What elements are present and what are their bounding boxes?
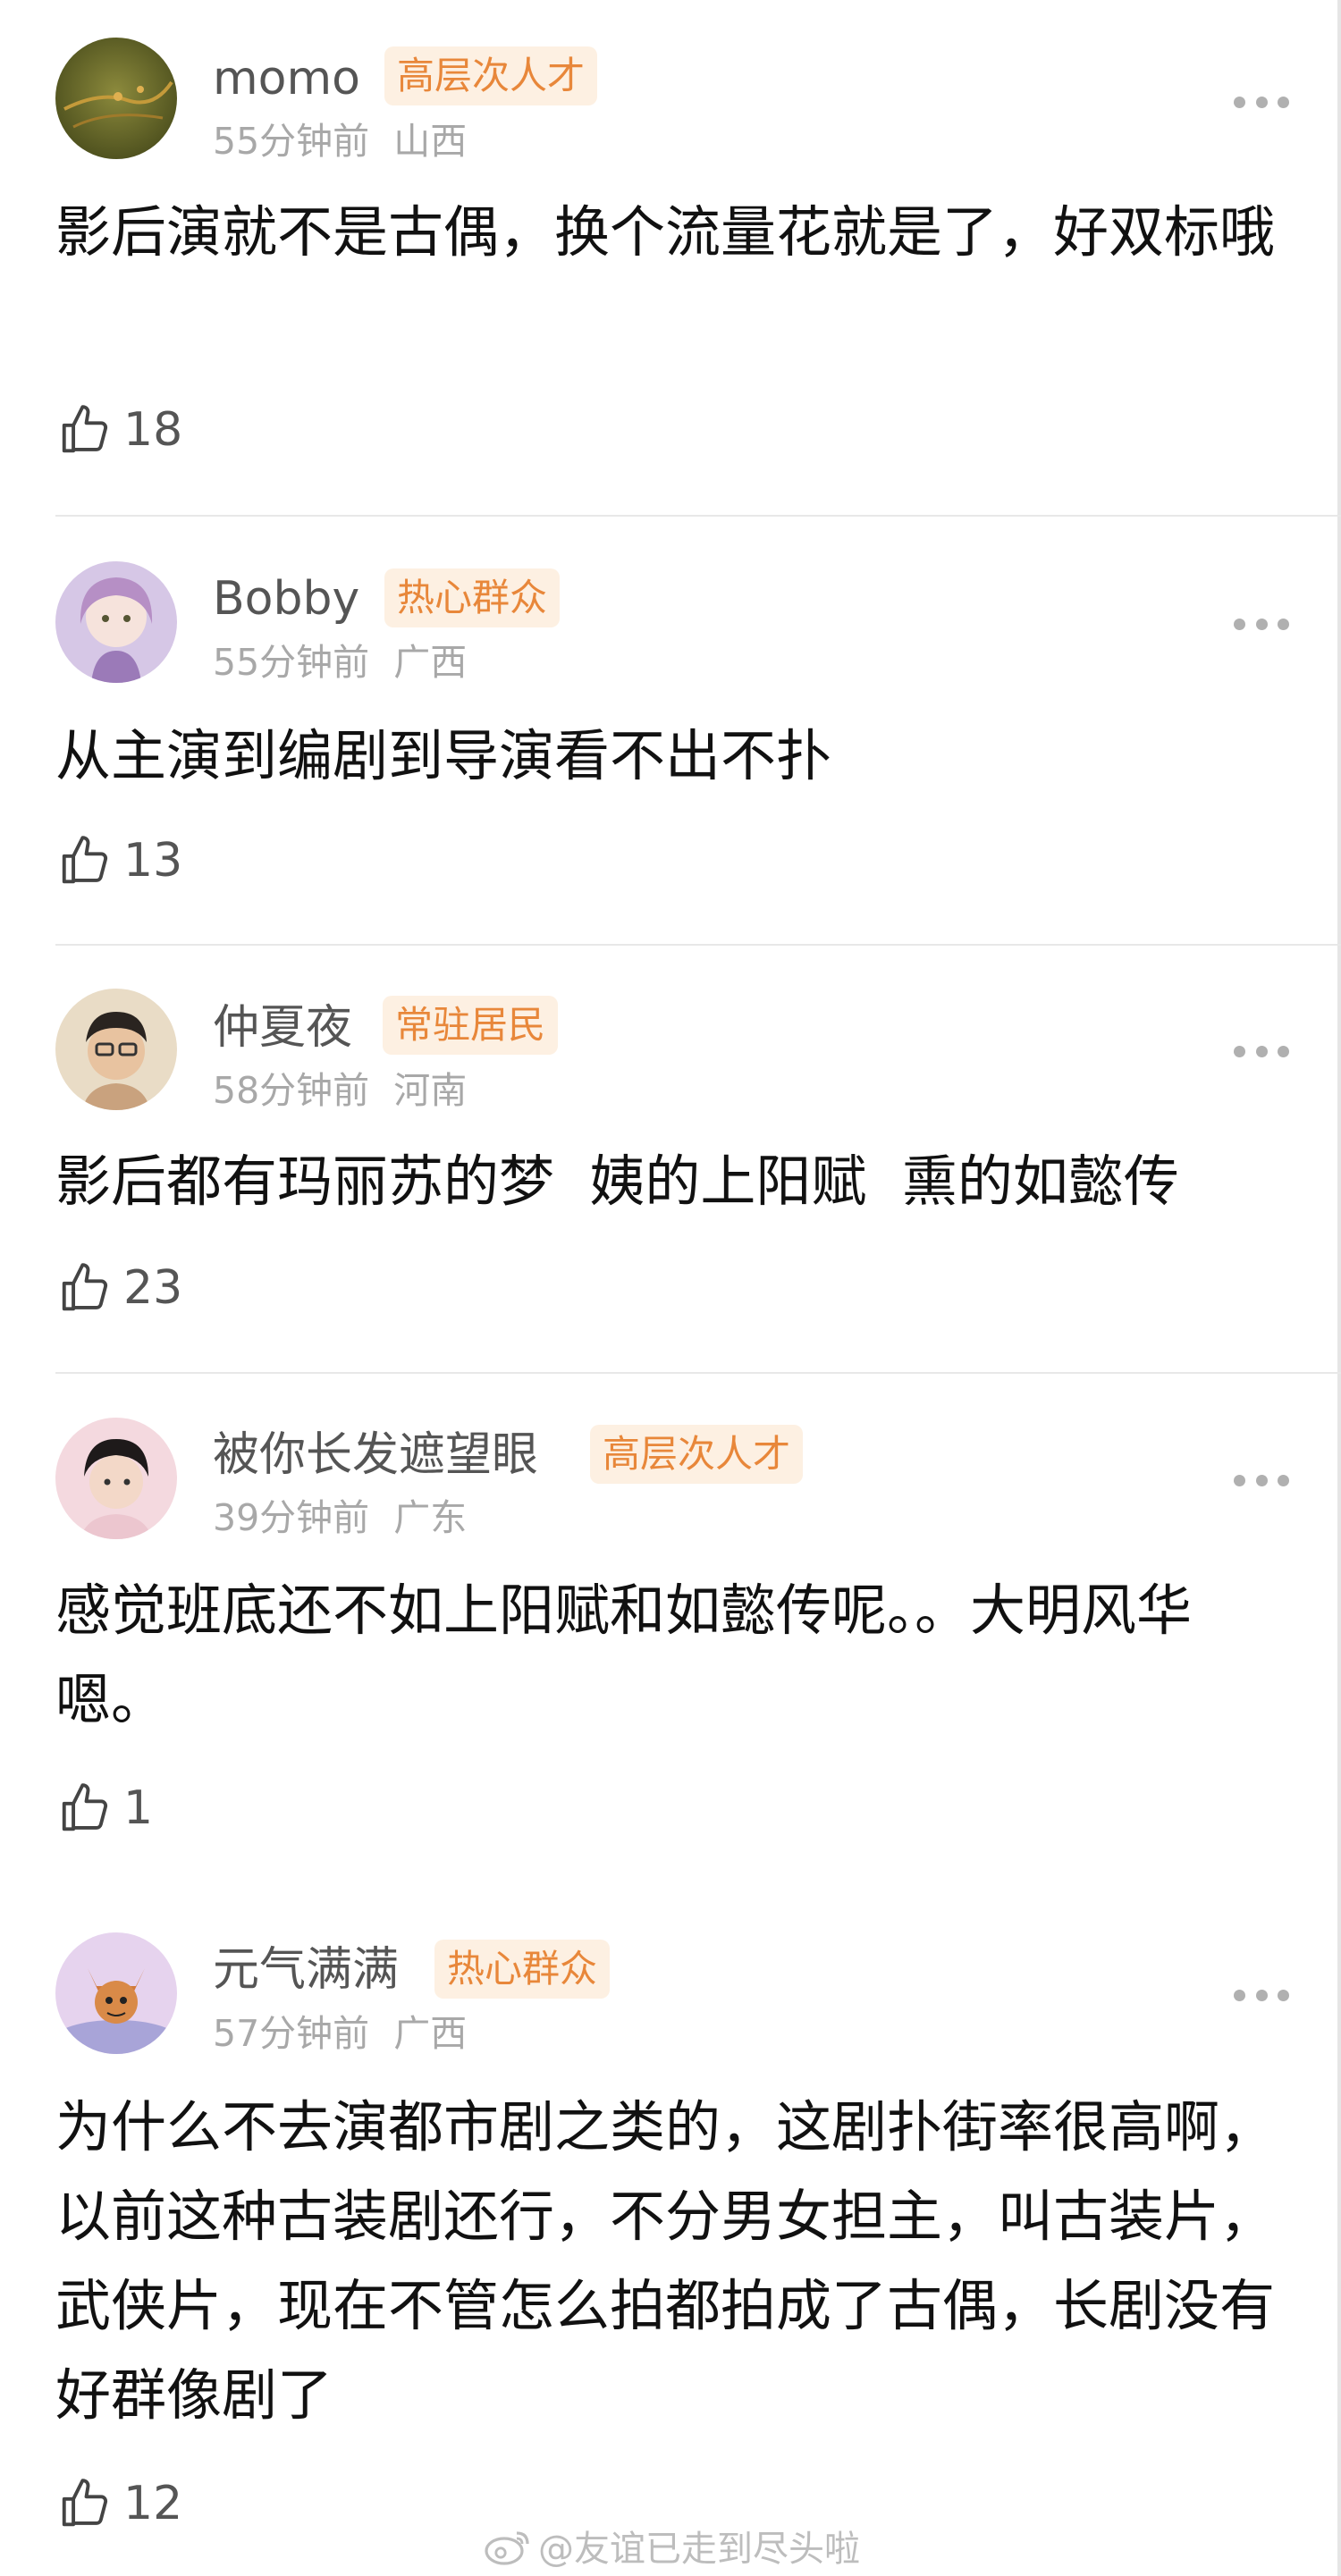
avatar[interactable] xyxy=(55,989,177,1110)
like-count: 1 xyxy=(123,1781,154,1835)
comment-location: 广西 xyxy=(393,641,468,684)
weibo-logo-icon xyxy=(485,2531,529,2565)
like-button[interactable]: 1 xyxy=(57,1777,153,1839)
like-button[interactable]: 12 xyxy=(57,2472,182,2535)
username[interactable]: Bobby xyxy=(213,572,359,626)
user-badge: 高层次人才 xyxy=(590,1425,804,1484)
comment-time: 57分钟前 xyxy=(213,2012,370,2055)
username[interactable]: 元气满满 xyxy=(213,1943,399,1997)
comment-text: 从主演到编剧到导演看不出不扑 xyxy=(55,723,832,788)
like-count: 23 xyxy=(123,1261,183,1315)
thumbs-up-icon xyxy=(62,1783,108,1831)
like-button[interactable]: 18 xyxy=(57,399,182,461)
avatar[interactable] xyxy=(55,561,177,683)
avatar[interactable] xyxy=(55,1418,177,1539)
comment-meta: 57分钟前 广西 xyxy=(213,2011,467,2056)
comment-time: 55分钟前 xyxy=(213,641,370,684)
comment-meta: 39分钟前 广东 xyxy=(213,1495,467,1540)
like-count: 13 xyxy=(123,834,183,888)
username[interactable]: 被你长发遮望眼 xyxy=(213,1428,538,1482)
like-button[interactable]: 23 xyxy=(57,1257,182,1319)
comment-text: 为什么不去演都市剧之类的，这剧扑街率很高啊，以前这种古装剧还行，不分男女担主，叫… xyxy=(55,2094,1276,2428)
avatar[interactable] xyxy=(55,38,177,159)
username[interactable]: 仲夏夜 xyxy=(213,1001,352,1055)
thumbs-up-icon xyxy=(62,836,108,884)
like-button[interactable]: 13 xyxy=(57,829,182,892)
more-options-icon[interactable] xyxy=(1234,95,1289,109)
like-count: 12 xyxy=(123,2477,183,2530)
comment-text: 感觉班底还不如上阳赋和如懿传呢。。大明风华嗯。 xyxy=(55,1578,1193,1732)
comment-text: 影后都有玛丽苏的梦 姨的上阳赋 熏的如懿传 xyxy=(55,1149,1179,1214)
comment-location: 广东 xyxy=(393,1496,468,1539)
thumbs-up-icon xyxy=(62,405,108,453)
user-badge: 常驻居民 xyxy=(383,996,559,1055)
more-options-icon[interactable] xyxy=(1234,1044,1289,1058)
comment-time: 39分钟前 xyxy=(213,1496,370,1539)
comment-location: 山西 xyxy=(393,120,468,163)
comment-meta: 55分钟前 山西 xyxy=(213,119,467,164)
user-badge: 热心群众 xyxy=(384,568,561,627)
comment-time: 55分钟前 xyxy=(213,120,370,163)
comment-location: 河南 xyxy=(393,1069,468,1112)
thumbs-up-icon xyxy=(62,1263,108,1311)
more-options-icon[interactable] xyxy=(1234,1473,1289,1487)
scrollbar-edge xyxy=(1337,0,1341,2576)
watermark-text: @友谊已走到尽头啦 xyxy=(538,2529,860,2570)
user-badge: 高层次人才 xyxy=(384,46,598,105)
username[interactable]: momo xyxy=(213,52,360,105)
watermark: @友谊已走到尽头啦 xyxy=(483,2521,860,2571)
avatar[interactable] xyxy=(55,1932,177,2054)
user-badge: 热心群众 xyxy=(434,1940,611,1999)
like-count: 18 xyxy=(123,403,183,457)
comment-location: 广西 xyxy=(393,2012,468,2055)
comment-text: 影后演就不是古偶，换个流量花就是了，好双标哦 xyxy=(55,199,1276,265)
divider xyxy=(55,944,1341,946)
divider xyxy=(55,1372,1341,1374)
comment-meta: 55分钟前 广西 xyxy=(213,640,467,685)
comment-time: 58分钟前 xyxy=(213,1069,370,1112)
divider xyxy=(55,515,1341,517)
more-options-icon[interactable] xyxy=(1234,1988,1289,2002)
thumbs-up-icon xyxy=(62,2479,108,2527)
comment-meta: 58分钟前 河南 xyxy=(213,1068,467,1113)
more-options-icon[interactable] xyxy=(1234,617,1289,631)
